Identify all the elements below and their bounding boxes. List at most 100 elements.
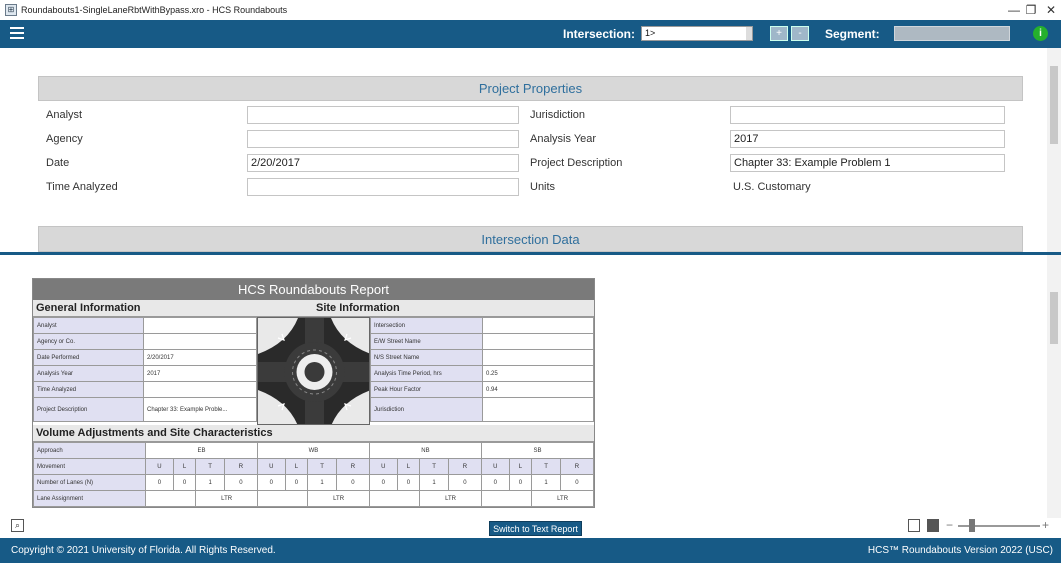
table-cell: WB [256,442,370,459]
magnify-icon[interactable]: ⌕ [11,519,24,532]
add-intersection-button[interactable]: + [770,26,788,41]
close-button[interactable]: ✕ [1036,0,1061,20]
table-row: Number of Lanes (N) 0010 0010 0010 0010 [33,474,595,491]
time-analyzed-field[interactable] [247,178,519,196]
table-cell: 0 [508,474,533,491]
intersection-data-header[interactable]: Intersection Data [38,226,1023,252]
intersection-select-value: 1> [645,28,656,38]
agency-label: Agency [46,133,83,145]
time-analyzed-label: Time Analyzed [46,181,118,193]
table-cell: 2017 [143,365,257,382]
project-properties-panel: Project Properties Analyst Agency Date 2… [38,76,1023,252]
table-row: Analyst [33,317,257,334]
table-cell: 0.25 [482,365,594,382]
table-cell: 0 [145,474,174,491]
table-row: Jurisdiction [370,397,594,422]
info-icon[interactable]: i [1033,26,1048,41]
info-grid: Analyst Agency or Co. Date Performed 2/20… [33,317,594,425]
table-cell: LTR [195,490,258,507]
project-description-field[interactable]: Chapter 33: Example Problem 1 [730,154,1005,172]
dropdown-arrow-icon[interactable] [746,27,752,40]
intersection-label: Intersection: [563,27,636,41]
table-cell [143,381,257,398]
date-field[interactable]: 2/20/2017 [247,154,519,172]
table-cell: 0 [256,474,286,491]
toolbar: Intersection: 1> + - Segment: i [0,20,1061,48]
table-cell [482,397,594,422]
zoom-out-icon[interactable]: − [946,518,953,532]
table-cell: 1 [195,474,225,491]
table-cell: Movement [33,458,146,475]
report-pane: HCS Roundabouts Report General Informati… [0,255,1047,538]
table-cell [482,349,594,366]
analyst-label: Analyst [46,109,83,121]
upper-scrollbar-thumb[interactable] [1050,66,1058,144]
general-info-header: General Information [33,300,313,317]
table-cell: L [172,458,197,475]
table-cell: Date Performed [33,349,144,366]
lower-scrollbar-thumb[interactable] [1050,292,1058,344]
hamburger-menu-icon[interactable] [10,27,24,39]
jurisdiction-label: Jurisdiction [530,109,586,121]
status-footer: Copyright © 2021 University of Florida. … [0,538,1061,563]
table-cell: R [559,458,595,475]
table-cell: SB [480,442,595,459]
table-row: Intersection [370,317,594,334]
segment-select[interactable] [894,26,1010,41]
table-cell: Approach [33,442,146,459]
table-cell: LTR [419,490,482,507]
roundabout-diagram-svg [258,318,369,424]
table-cell: Jurisdiction [370,397,483,422]
roundabouts-report: HCS Roundabouts Report General Informati… [32,278,595,508]
app-icon: ⊞ [5,4,17,16]
info-section-headers: General Information Site Information [33,300,594,317]
table-cell [368,490,421,507]
table-cell: Analysis Time Period, hrs [370,365,483,382]
title-bar: ⊞ Roundabouts1-SingleLaneRbtWithBypass.x… [0,0,1061,20]
table-cell: N/S Street Name [370,349,483,366]
switch-to-text-report-button[interactable]: Switch to Text Report [489,521,582,536]
analysis-year-field[interactable]: 2017 [730,130,1005,148]
table-cell [144,490,197,507]
table-row: Project Description Chapter 33: Example P… [33,397,257,422]
table-cell: T [531,458,561,475]
single-page-view-icon[interactable] [908,519,920,532]
date-label: Date [46,157,70,169]
project-properties-header: Project Properties [38,76,1023,101]
table-cell: Lane Assignment [33,490,146,507]
volume-table: Approach EB WB NB SB Movement ULTR ULTR … [33,442,595,507]
units-value: U.S. Customary [733,181,811,193]
units-label: Units [530,181,556,193]
agency-field[interactable] [247,130,519,148]
table-cell: L [284,458,309,475]
intersection-select[interactable]: 1> [641,26,753,41]
lower-scrollbar[interactable] [1047,255,1061,518]
table-row: Peak Hour Factor 0.94 [370,381,594,398]
table-cell: Chapter 33: Example Proble... [143,397,257,422]
table-cell: E/W Street Name [370,333,483,350]
table-cell: LTR [531,490,594,507]
table-cell: U [480,458,510,475]
analyst-field[interactable] [247,106,519,124]
table-cell: 0 [480,474,510,491]
table-cell [143,317,257,334]
table-cell: U [145,458,174,475]
table-cell: R [335,458,370,475]
roundabout-diagram-image [257,317,370,425]
table-cell: L [396,458,421,475]
remove-intersection-button[interactable]: - [791,26,809,41]
jurisdiction-field[interactable] [730,106,1005,124]
zoom-in-icon[interactable]: + [1042,518,1049,532]
table-row: Movement ULTR ULTR ULTR ULTR [33,458,595,475]
upper-scrollbar[interactable] [1047,48,1061,252]
table-cell: L [508,458,533,475]
zoom-slider-thumb[interactable] [969,519,976,532]
multi-page-view-icon[interactable] [927,519,939,532]
table-cell: Number of Lanes (N) [33,474,146,491]
table-cell: Project Description [33,397,144,422]
report-title: HCS Roundabouts Report [33,279,594,300]
table-cell: T [307,458,337,475]
table-cell: 0 [559,474,595,491]
table-row: Approach EB WB NB SB [33,442,595,459]
table-cell: T [195,458,225,475]
